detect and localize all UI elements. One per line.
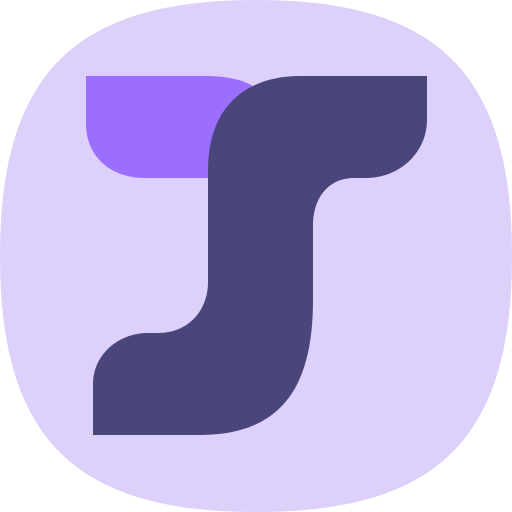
app-icon-canvas [0, 0, 512, 512]
app-logo-icon[interactable] [0, 0, 512, 512]
